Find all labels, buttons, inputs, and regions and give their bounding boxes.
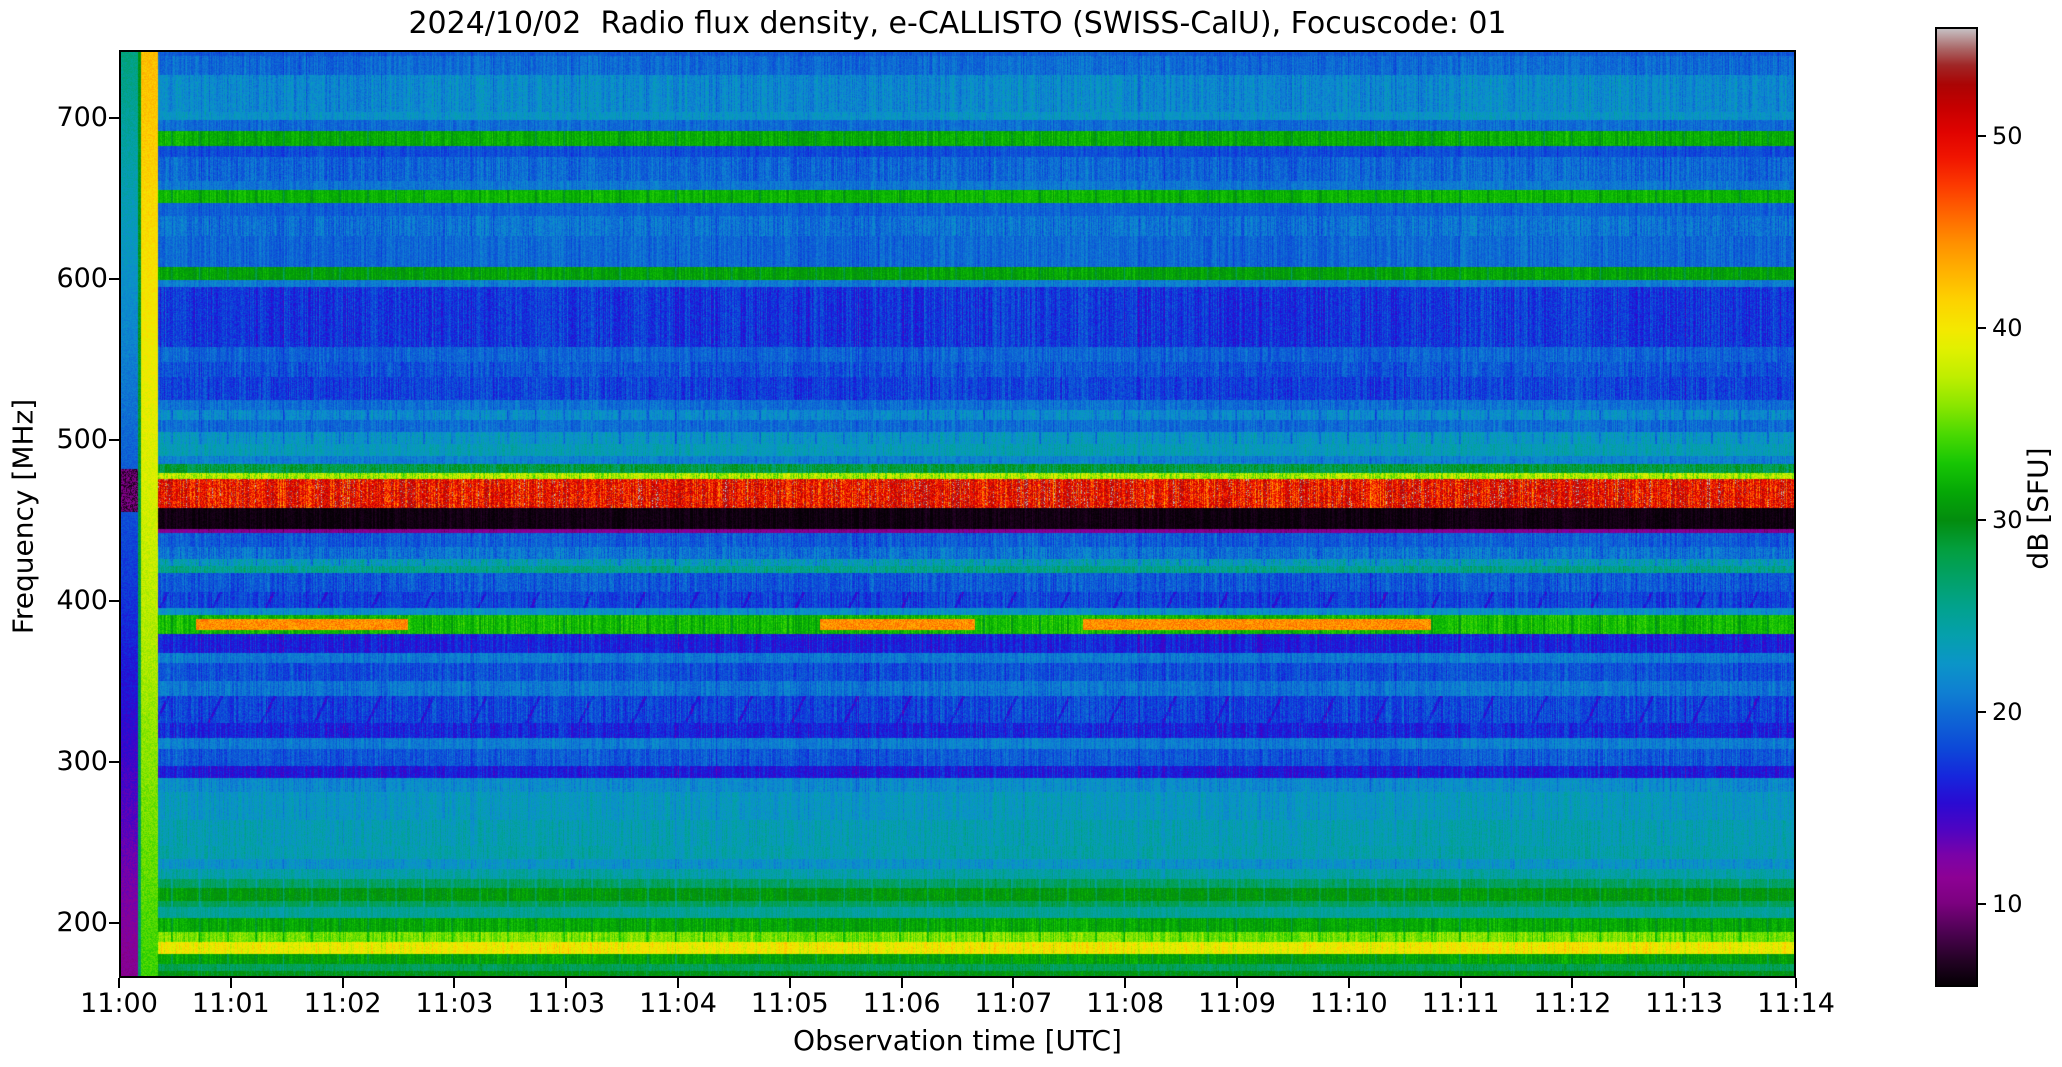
x-tick-mark [565,978,568,988]
y-tick-label: 200 [56,907,108,939]
y-tick-mark [109,116,119,119]
colorbar-tick-label: 30 [1992,506,2023,535]
page-title: 2024/10/02 Radio flux density, e-CALLIST… [408,6,1507,41]
spectrogram-canvas [119,50,1796,978]
x-tick-mark [1459,978,1462,988]
y-tick-mark [109,761,119,764]
x-tick-label: 11:03 [527,988,606,1019]
x-tick-label: 11:13 [1645,988,1724,1019]
x-tick-label: 11:06 [862,988,941,1019]
colorbar-tick-label: 20 [1992,698,2023,727]
y-tick-mark [109,600,119,602]
x-tick-mark [341,978,344,988]
colorbar-tick-mark [1978,135,1986,138]
x-tick-mark [677,978,679,988]
x-tick-mark [788,978,791,988]
colorbar-tick-label: 40 [1992,314,2023,343]
x-tick-label: 11:07 [974,988,1053,1019]
x-tick-label: 11:04 [639,988,717,1019]
x-tick-label: 11:00 [80,988,158,1019]
colorbar-tick-mark [1978,903,1986,906]
x-tick-mark [1571,978,1574,988]
x-tick-mark [1347,978,1350,988]
x-tick-mark [229,978,232,988]
x-tick-mark [1795,978,1797,988]
x-tick-label: 11:11 [1421,988,1500,1019]
y-tick-label: 600 [56,262,108,294]
colorbar-label: dB [SFU] [2021,447,2055,570]
x-tick-label: 11:01 [191,988,270,1019]
y-tick-mark [109,438,119,441]
x-tick-label: 11:05 [750,988,829,1019]
y-tick-mark [109,277,119,280]
spectrogram-figure: 2024/10/02 Radio flux density, e-CALLIST… [0,0,2062,1067]
x-tick-label: 11:12 [1533,988,1612,1019]
y-tick-label: 700 [56,101,108,133]
y-tick-label: 500 [56,423,108,455]
colorbar-tick-mark [1978,711,1986,714]
x-tick-label: 11:02 [303,988,382,1019]
colorbar-tick-mark [1978,327,1986,330]
x-tick-label: 11:08 [1086,988,1165,1019]
x-tick-mark [1683,978,1686,988]
y-tick-label: 400 [56,585,108,616]
x-tick-mark [1124,978,1127,988]
x-tick-mark [900,978,903,988]
y-axis-label: Frequency [MHz] [6,398,40,635]
x-tick-label: 11:10 [1309,988,1388,1019]
x-tick-label: 11:09 [1198,988,1276,1019]
colorbar-tick-label: 50 [1992,122,2023,151]
x-tick-label: 11:14 [1757,988,1835,1019]
y-tick-label: 300 [56,746,108,778]
colorbar [1935,27,1978,987]
colorbar-tick-mark [1978,519,1986,522]
x-tick-mark [1236,978,1238,988]
x-tick-mark [453,978,456,988]
x-tick-mark [118,978,120,988]
y-tick-mark [109,922,119,925]
colorbar-tick-label: 10 [1992,890,2023,919]
x-tick-label: 11:03 [415,988,494,1019]
x-tick-mark [1012,978,1015,988]
x-axis-label: Observation time [UTC] [793,1024,1122,1057]
